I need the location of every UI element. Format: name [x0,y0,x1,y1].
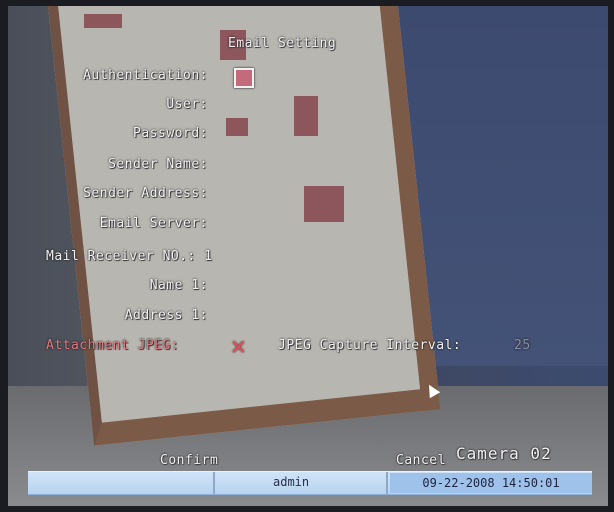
jpeg-capture-interval-value[interactable]: 25 [514,338,531,353]
receiver-address-label: Address 1: [124,308,208,323]
camera-label: Camera 02 [456,444,552,463]
background-mark [304,186,344,222]
authentication-checkbox[interactable] [234,68,254,88]
attachment-jpeg-toggle[interactable]: ✕ [230,335,247,359]
confirm-button[interactable]: Confirm [160,453,218,468]
background-mark [84,14,122,28]
authentication-label: Authentication: [83,68,208,83]
user-label: User: [166,97,208,112]
status-divider [213,472,215,494]
status-divider [386,472,388,494]
password-label: Password: [133,126,208,141]
mail-receiver-selector[interactable]: Mail Receiver NO.: 1 [46,249,213,264]
background-mark [294,96,318,136]
status-user: admin [273,475,310,489]
sender-address-label: Sender Address: [83,186,208,201]
camera-osd-screen: Email Setting Authentication: User: Pass… [8,6,608,506]
status-bar: admin 09-22-2008 14:50:01 [28,471,592,495]
attachment-jpeg-label: Attachment JPEG: [46,338,180,353]
dialog-title: Email Setting [228,36,337,51]
cancel-button[interactable]: Cancel [396,453,446,468]
jpeg-capture-interval-label: JPEG Capture Interval: [278,338,462,353]
receiver-name-label: Name 1: [149,278,208,293]
status-datetime: 09-22-2008 14:50:01 [390,473,592,493]
sender-name-label: Sender Name: [108,157,208,172]
email-server-label: Email Server: [99,216,208,231]
background-mark [226,118,248,136]
